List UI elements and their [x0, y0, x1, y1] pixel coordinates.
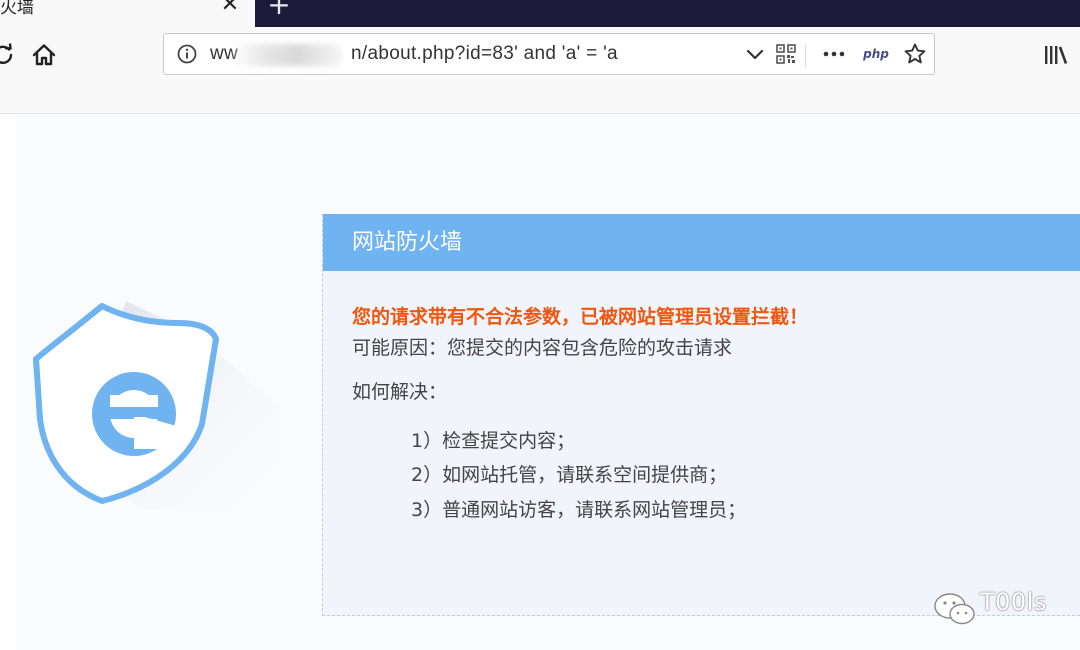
more-icon[interactable] — [819, 39, 849, 69]
navigation-bar: ww n/about.php?id=83' and 'a' = 'a php — [0, 27, 1080, 114]
qr-code-icon[interactable] — [771, 39, 801, 69]
reason-text: 可能原因：您提交的内容包含危险的攻击请求 — [352, 337, 733, 359]
step-item: 3）普通网站访客，请联系网站管理员； — [411, 499, 747, 521]
browser-tab[interactable]: 火墙 ✕ — [0, 0, 255, 27]
howto-heading: 如何解决： — [352, 381, 448, 403]
firewall-panel: 网站防火墙 您的请求带有不合法参数，已被网站管理员设置拦截！ 可能原因：您提交的… — [322, 214, 1080, 616]
urlbar-separator — [805, 44, 806, 68]
step-item: 1）检查提交内容； — [411, 430, 576, 452]
panel-title: 网站防火墙 — [352, 230, 463, 255]
home-icon[interactable] — [29, 40, 59, 70]
watermark: T00ls — [932, 586, 1072, 638]
panel-header: 网站防火墙 — [323, 214, 1080, 271]
library-icon[interactable] — [1043, 42, 1069, 68]
php-icon[interactable]: php — [860, 39, 892, 69]
tab-close-icon[interactable]: ✕ — [220, 0, 240, 16]
info-icon[interactable] — [172, 39, 202, 69]
reload-icon[interactable] — [0, 40, 18, 70]
watermark-text: T00ls — [980, 588, 1047, 616]
tab-strip: 火墙 ✕ + — [0, 0, 1080, 27]
shield-e-icon — [30, 299, 290, 509]
warning-message: 您的请求带有不合法参数，已被网站管理员设置拦截！ — [352, 306, 809, 328]
url-redaction — [232, 44, 342, 66]
address-bar[interactable]: ww n/about.php?id=83' and 'a' = 'a php — [163, 33, 935, 75]
chevron-down-icon[interactable] — [740, 39, 770, 69]
url-suffix: n/about.php?id=83' and 'a' = 'a — [351, 43, 618, 64]
star-icon[interactable] — [900, 39, 930, 69]
tab-title: 火墙 — [0, 0, 34, 18]
new-tab-button[interactable]: + — [266, 0, 292, 19]
page-content: 网站防火墙 您的请求带有不合法参数，已被网站管理员设置拦截！ 可能原因：您提交的… — [0, 114, 1080, 650]
wechat-icon — [934, 593, 975, 625]
step-item: 2）如网站托管，请联系空间提供商； — [411, 464, 728, 486]
